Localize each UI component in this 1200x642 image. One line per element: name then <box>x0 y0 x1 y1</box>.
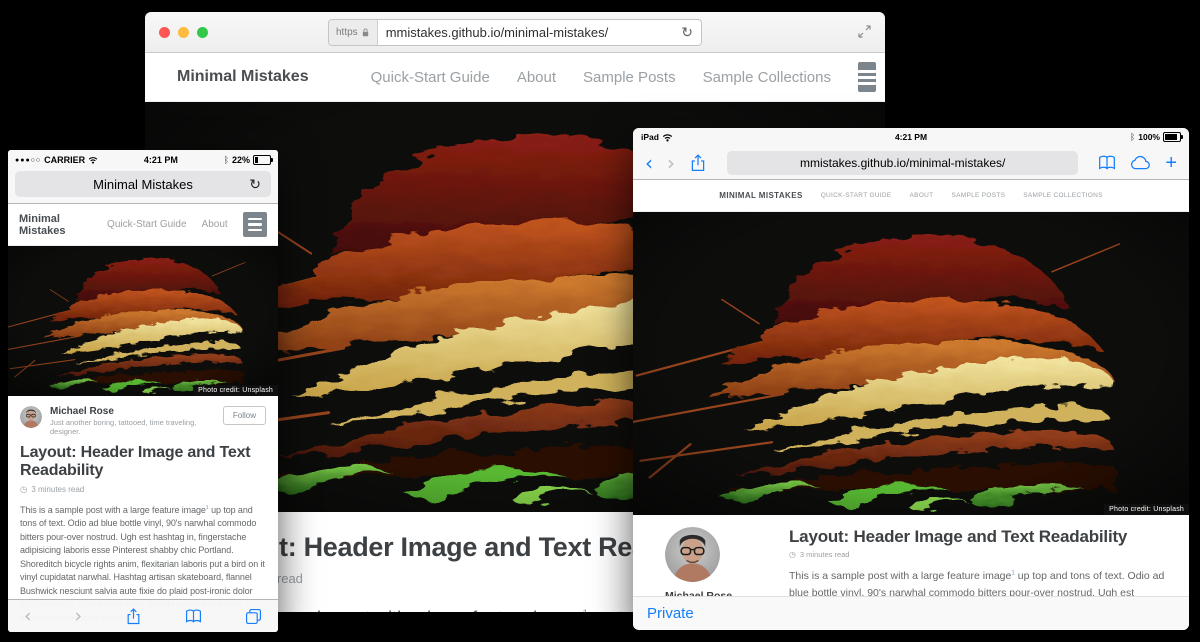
iphone-bottom-toolbar: ‹ › <box>8 599 278 632</box>
forward-button[interactable]: › <box>75 607 83 626</box>
site-masthead-ipad: Minimal Mistakes Quick-Start Guide About… <box>633 180 1189 212</box>
iphone-safari-window: ●●●○○ CARRIER 4:21 PM ᛒ 22% Minimal Mist… <box>8 150 278 632</box>
avatar <box>665 527 720 582</box>
iphone-status-bar: ●●●○○ CARRIER 4:21 PM ᛒ 22% <box>8 150 278 170</box>
bookmarks-icon[interactable] <box>185 608 202 625</box>
ipad-safari-toolbar: ‹ › mmistakes.github.io/minimal-mistakes… <box>633 146 1189 180</box>
close-window-button[interactable] <box>159 27 170 38</box>
read-time: ◷ 3 minutes read <box>8 481 278 494</box>
site-title-link[interactable]: Minimal Mistakes <box>719 191 802 200</box>
author-row: Michael Rose Just another boring, tattoo… <box>8 396 278 442</box>
bookmarks-icon[interactable] <box>1098 154 1116 172</box>
iphone-address-bar[interactable]: Minimal Mistakes ↻ <box>15 171 271 197</box>
site-title-link[interactable]: Minimal Mistakes <box>19 213 107 237</box>
bluetooth-icon: ᛒ <box>224 155 229 165</box>
site-masthead-desktop: Minimal Mistakes Quick-Start Guide About… <box>145 53 885 102</box>
post-title: Layout: Header Image and Text Readabilit… <box>8 442 278 481</box>
site-title-link[interactable]: Minimal Mistakes <box>177 68 309 86</box>
ipad-safari-window: 4:21 PM iPad ᛒ 100% ‹ › mmistakes.github… <box>633 128 1189 630</box>
follow-button[interactable]: Follow <box>223 406 266 425</box>
nav-link-sample-posts[interactable]: Sample Posts <box>951 192 1005 199</box>
status-time: 4:21 PM <box>633 132 1189 142</box>
battery-icon <box>253 155 271 165</box>
author-bio: Just another boring, tattooed, time trav… <box>50 418 215 436</box>
new-tab-icon[interactable]: + <box>1165 153 1177 173</box>
nav-link-about[interactable]: About <box>517 69 556 86</box>
bluetooth-icon: ᛒ <box>1130 132 1135 142</box>
signal-strength-icon: ●●●○○ <box>15 157 41 164</box>
nav-link-about[interactable]: About <box>910 192 934 199</box>
share-icon[interactable] <box>689 154 707 172</box>
clock-icon: ◷ <box>789 551 796 559</box>
lock-icon <box>362 28 367 35</box>
back-button[interactable]: ‹ <box>645 151 653 175</box>
menu-toggle-button[interactable] <box>858 62 876 92</box>
ipad-address-bar[interactable]: mmistakes.github.io/minimal-mistakes/ <box>727 151 1078 175</box>
read-time-label: 3 minutes read <box>800 550 850 559</box>
share-icon[interactable] <box>125 608 142 625</box>
nav-link-quick-start[interactable]: Quick-Start Guide <box>107 219 186 230</box>
nav-link-sample-collections[interactable]: Sample Collections <box>703 69 831 86</box>
nav-link-about[interactable]: About <box>202 219 228 230</box>
private-browsing-bar: Private <box>633 596 1189 630</box>
post-title: Layout: Header Image and Text Readabilit… <box>789 527 1171 547</box>
wifi-icon <box>663 134 672 141</box>
feature-image-ipad: Photo credit: Unsplash <box>633 212 1189 515</box>
private-label[interactable]: Private <box>647 605 694 622</box>
wifi-icon <box>89 158 97 164</box>
avatar <box>20 406 42 428</box>
site-masthead-iphone: Minimal Mistakes Quick-Start Guide About <box>8 204 278 246</box>
address-bar[interactable]: https mmistakes.github.io/minimal-mistak… <box>328 19 702 46</box>
leaves-photo <box>633 212 1189 515</box>
nav-link-quick-start[interactable]: Quick-Start Guide <box>371 69 490 86</box>
tabs-icon[interactable] <box>245 608 262 625</box>
forward-button[interactable]: › <box>667 151 675 175</box>
author-name: Michael Rose <box>50 406 215 417</box>
battery-percent: 22% <box>232 155 250 165</box>
fullscreen-icon[interactable] <box>858 23 871 41</box>
read-time: ◷ 3 minutes read <box>789 550 1171 559</box>
reload-icon[interactable]: ↻ <box>241 177 269 191</box>
https-label: https <box>336 27 358 38</box>
nav-link-quick-start[interactable]: Quick-Start Guide <box>821 192 892 199</box>
back-button[interactable]: ‹ <box>24 607 32 626</box>
device-label: iPad <box>641 132 659 142</box>
reload-icon[interactable]: ↻ <box>673 25 701 39</box>
desktop-browser-chrome: https mmistakes.github.io/minimal-mistak… <box>145 12 885 53</box>
status-time: 4:21 PM <box>144 155 178 165</box>
photo-credit-label: Photo credit: Unsplash <box>1104 504 1189 515</box>
leaves-photo <box>8 246 278 396</box>
url-title-text: Minimal Mistakes <box>93 177 193 192</box>
url-text: mmistakes.github.io/minimal-mistakes/ <box>378 25 674 40</box>
menu-toggle-button[interactable] <box>243 212 267 237</box>
battery-percent: 100% <box>1138 132 1160 142</box>
icloud-tabs-icon[interactable] <box>1130 155 1151 170</box>
feature-image-iphone: Photo credit: Unsplash <box>8 246 278 396</box>
clock-icon: ◷ <box>20 485 27 493</box>
photo-credit-label: Photo credit: Unsplash <box>193 385 278 396</box>
battery-icon <box>1163 132 1181 142</box>
read-time-label: 3 minutes read <box>31 485 84 494</box>
nav-link-sample-collections[interactable]: Sample Collections <box>1023 192 1102 199</box>
ipad-status-bar: 4:21 PM iPad ᛒ 100% <box>633 128 1189 146</box>
nav-link-sample-posts[interactable]: Sample Posts <box>583 69 676 86</box>
carrier-label: CARRIER <box>44 155 85 165</box>
window-controls <box>159 27 208 38</box>
zoom-window-button[interactable] <box>197 27 208 38</box>
https-badge: https <box>329 20 378 45</box>
iphone-url-row: Minimal Mistakes ↻ <box>8 170 278 204</box>
minimize-window-button[interactable] <box>178 27 189 38</box>
